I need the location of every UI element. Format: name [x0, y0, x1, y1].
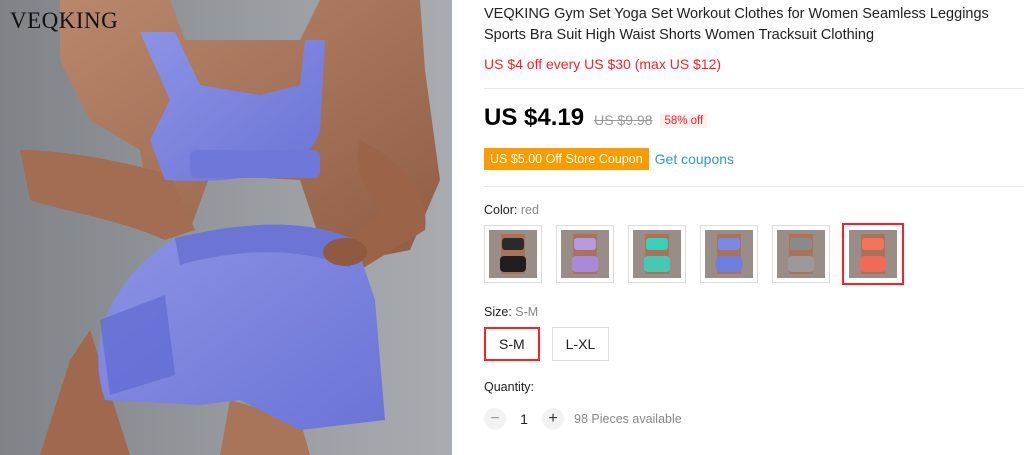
product-photo [0, 0, 452, 455]
quantity-label: Quantity: [484, 380, 535, 394]
size-selected-value: S-M [515, 305, 539, 319]
discount-badge: 58% off [660, 114, 708, 128]
swatch-thumbnail [777, 230, 825, 278]
color-swatch-list [484, 223, 918, 285]
product-main-image: VEQKING [0, 0, 452, 455]
swatch-thumbnail [633, 230, 681, 278]
quantity-stepper: − 1 + 98 Pieces available [484, 408, 682, 430]
size-option-s-m[interactable]: S-M [484, 327, 540, 361]
brand-watermark: VEQKING [10, 8, 119, 33]
size-label-row: Size: S-M [484, 305, 538, 319]
swatch-thumbnail [849, 230, 897, 278]
color-swatch-purple[interactable] [556, 225, 614, 283]
divider [484, 186, 1024, 187]
color-swatch-teal[interactable] [628, 225, 686, 283]
size-option-list: S-M L-XL [484, 327, 621, 361]
store-promo-text: US $4 off every US $30 (max US $12) [484, 56, 722, 72]
size-option-l-xl[interactable]: L-XL [551, 327, 610, 361]
color-swatch-black[interactable] [484, 225, 542, 283]
quantity-input[interactable]: 1 [506, 411, 542, 427]
current-price: US $4.19 [484, 104, 585, 131]
color-swatch-blue[interactable] [700, 225, 758, 283]
stock-available: 98 Pieces available [574, 412, 682, 426]
color-swatch-red[interactable] [842, 223, 904, 285]
color-swatch-grey[interactable] [772, 225, 830, 283]
store-coupon-badge[interactable]: US $5.00 Off Store Coupon [484, 148, 649, 170]
price-row: US $4.19 US $9.98 58% off [484, 104, 708, 134]
color-selected-value: red [520, 203, 539, 217]
product-title: VEQKING Gym Set Yoga Set Workout Clothes… [484, 6, 989, 43]
decrease-quantity-button[interactable]: − [484, 408, 506, 430]
size-label: Size: [484, 305, 512, 319]
swatch-thumbnail [705, 230, 753, 278]
get-coupons-link[interactable]: Get coupons [655, 151, 734, 167]
swatch-thumbnail [489, 230, 537, 278]
color-label: Color: [484, 203, 518, 217]
original-price: US $9.98 [594, 112, 653, 128]
color-label-row: Color: red [484, 203, 539, 217]
swatch-thumbnail [561, 230, 609, 278]
increase-quantity-button[interactable]: + [542, 408, 564, 430]
divider [484, 88, 1024, 89]
coupon-row: US $5.00 Off Store Coupon Get coupons [484, 148, 734, 170]
